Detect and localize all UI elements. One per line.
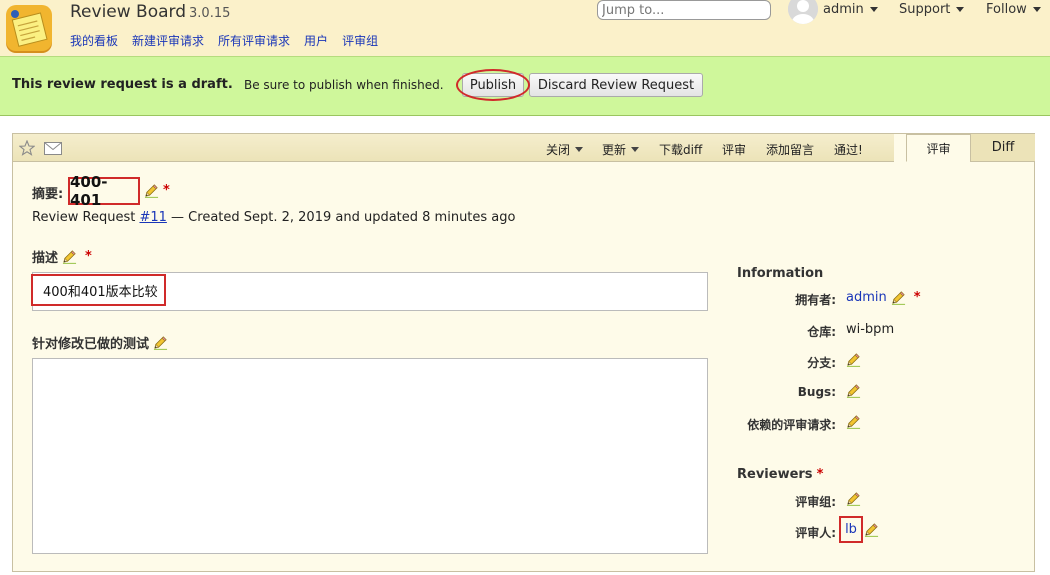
ship-it-link[interactable]: 通过!: [834, 141, 863, 158]
bugs-label: Bugs:: [797, 385, 836, 399]
edit-pencil-icon[interactable]: [891, 290, 906, 305]
edit-pencil-icon[interactable]: [846, 352, 861, 367]
summary-value[interactable]: 400-401: [68, 173, 140, 209]
add-comment-link[interactable]: 添加留言: [766, 141, 814, 158]
follow-menu-label: Follow: [986, 2, 1027, 17]
nav-new-review-request[interactable]: 新建评审请求: [132, 32, 204, 49]
publish-button[interactable]: Publish: [462, 73, 524, 97]
description-label: 描述 *: [32, 247, 92, 266]
edit-pencil-icon[interactable]: [144, 183, 159, 198]
mail-icon[interactable]: [44, 142, 62, 155]
app-title[interactable]: Review Board 3.0.15: [70, 2, 230, 22]
chevron-down-icon: [631, 147, 640, 152]
branch-label: 分支:: [807, 356, 836, 370]
draft-banner-message: Be sure to publish when finished.: [244, 78, 444, 92]
repository-name: wi-bpm: [846, 322, 895, 337]
reviewers-title: Reviewers *: [737, 467, 823, 482]
testing-done-label: 针对修改已做的测试: [32, 333, 168, 352]
summary-edit: *: [144, 183, 170, 198]
tab-review[interactable]: 评审: [906, 134, 971, 162]
draft-banner-title: This review request is a draft.: [12, 77, 233, 92]
reviewer-people-edit: [864, 522, 879, 537]
required-marker: *: [163, 183, 170, 198]
meta-suffix: — Created Sept. 2, 2019 and updated 8 mi…: [171, 210, 516, 225]
user-menu-label: admin: [823, 2, 864, 17]
review-link[interactable]: 评审: [722, 141, 746, 158]
app-title-text: Review Board: [70, 2, 187, 22]
repository-label: 仓库:: [807, 325, 836, 339]
nav-groups[interactable]: 评审组: [342, 32, 378, 49]
user-avatar-icon: [788, 0, 818, 24]
review-request-meta: Review Request #11 — Created Sept. 2, 20…: [32, 210, 515, 225]
required-marker: *: [913, 290, 921, 305]
top-header: Review Board 3.0.15 我的看板 新建评审请求 所有评审请求 用户…: [0, 0, 1050, 56]
chevron-down-icon: [1032, 7, 1041, 12]
review-board-logo-icon[interactable]: [4, 3, 56, 55]
add-comment-label: 添加留言: [766, 143, 815, 157]
owner-value: admin *: [846, 290, 921, 305]
follow-menu[interactable]: Follow: [986, 2, 1041, 17]
review-link-label: 评审: [722, 143, 747, 157]
nav-all-review-requests[interactable]: 所有评审请求: [218, 32, 290, 49]
reviewer-groups-label: 评审组:: [795, 495, 836, 509]
testing-done-field[interactable]: [32, 358, 708, 554]
chevron-down-icon: [869, 7, 878, 12]
required-marker: *: [816, 467, 824, 482]
review-request-box: 关闭 更新 下载diff 评审 添加留言 通过! 评审 Diff 摘要: 400…: [12, 133, 1035, 572]
summary-label: 摘要:: [32, 187, 64, 202]
user-avatar[interactable]: [788, 0, 818, 24]
close-menu[interactable]: 关闭: [546, 141, 584, 158]
chevron-down-icon: [575, 147, 584, 152]
bugs-value: [846, 383, 861, 398]
testing-done-label-text: 针对修改已做的测试: [32, 337, 150, 352]
edit-pencil-icon[interactable]: [62, 249, 77, 264]
depends-on-value: [846, 414, 861, 429]
reviewer-groups-value: [846, 491, 861, 506]
edit-pencil-icon[interactable]: [153, 335, 168, 350]
user-menu[interactable]: admin: [823, 2, 878, 17]
description-value: 400和401版本比较: [31, 274, 166, 306]
main-nav: 我的看板 新建评审请求 所有评审请求 用户 评审组: [70, 32, 378, 49]
update-menu[interactable]: 更新: [602, 141, 640, 158]
repository-value: wi-bpm: [846, 322, 894, 337]
update-menu-label: 更新: [602, 143, 627, 157]
branch-value: [846, 352, 861, 367]
reviewer-people-link[interactable]: lb: [839, 516, 863, 543]
ship-it-label: 通过!: [834, 143, 863, 157]
description-label-text: 描述: [32, 251, 59, 266]
discard-review-request-button[interactable]: Discard Review Request: [529, 73, 703, 97]
download-diff-label: 下载diff: [659, 143, 703, 157]
close-menu-label: 关闭: [546, 143, 571, 157]
app-version: 3.0.15: [189, 6, 231, 21]
star-icon[interactable]: [19, 140, 35, 156]
tab-diff[interactable]: Diff: [970, 134, 1035, 162]
search-input[interactable]: [597, 0, 771, 20]
edit-pencil-icon[interactable]: [846, 383, 861, 398]
reviewers-title-text: Reviewers: [737, 467, 813, 482]
depends-on-label: 依赖的评审请求:: [747, 418, 836, 432]
support-menu-label: Support: [899, 2, 951, 17]
owner-link[interactable]: admin: [846, 290, 887, 305]
draft-banner: This review request is a draft. Be sure …: [0, 56, 1050, 116]
support-menu[interactable]: Support: [899, 2, 965, 17]
review-request-id-link[interactable]: #11: [139, 210, 166, 225]
information-title: Information: [737, 266, 824, 281]
chevron-down-icon: [956, 7, 965, 12]
required-marker: *: [85, 249, 92, 264]
edit-pencil-icon[interactable]: [864, 522, 879, 537]
review-request-toolbar: 关闭 更新 下载diff 评审 添加留言 通过!: [13, 134, 894, 162]
nav-my-dashboard[interactable]: 我的看板: [70, 32, 118, 49]
edit-pencil-icon[interactable]: [846, 491, 861, 506]
nav-users[interactable]: 用户: [304, 32, 328, 49]
owner-label: 拥有者:: [795, 293, 836, 307]
meta-prefix: Review Request: [32, 210, 136, 225]
edit-pencil-icon[interactable]: [846, 414, 861, 429]
download-diff-link[interactable]: 下载diff: [659, 141, 702, 158]
reviewer-people-label: 评审人:: [795, 526, 836, 540]
